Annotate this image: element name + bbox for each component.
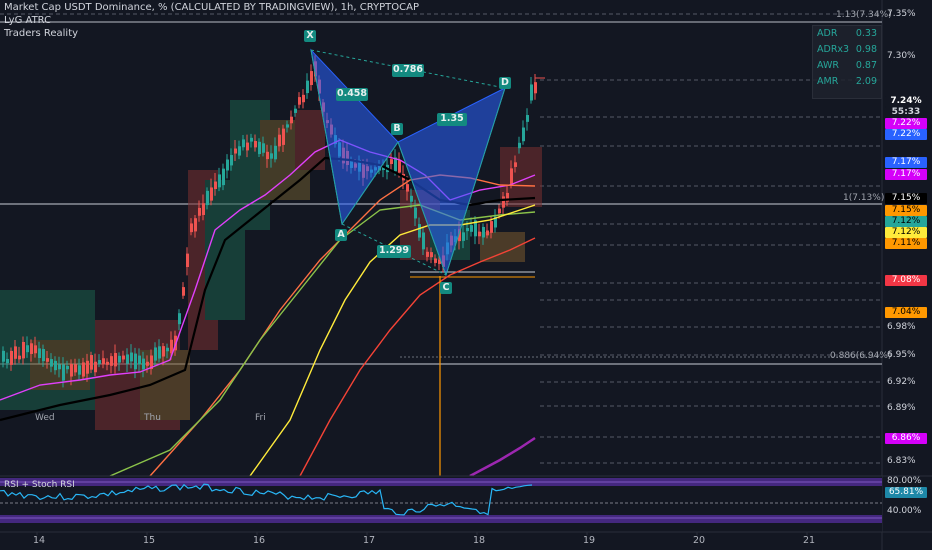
price-tag-8: 7.12% — [885, 216, 927, 227]
pattern-point-x: X — [304, 30, 316, 42]
price-tag-2: 7.22% — [885, 118, 927, 129]
price-tick-689: 6.89% — [887, 403, 916, 413]
x-label-14: 14 — [33, 535, 46, 546]
price-tag-5: 7.17% — [885, 169, 927, 180]
indicator-lyg-atrc[interactable]: LyG ATRC — [4, 15, 51, 26]
pattern-point-a: A — [335, 229, 347, 241]
indicator-traders-reality[interactable]: Traders Reality — [4, 28, 78, 39]
price-tick-692: 6.92% — [887, 377, 916, 387]
atr-row-adr: ADR 0.33 — [817, 28, 877, 39]
symbol-title[interactable]: Market Cap USDT Dominance, % (CALCULATED… — [4, 2, 419, 13]
price-tag-9: 7.12% — [885, 227, 927, 238]
pattern-point-c: C — [440, 282, 452, 294]
price-tick-683: 6.83% — [887, 456, 916, 466]
ratio-ac: 1.299 — [377, 245, 411, 258]
price-tag-11: 7.08% — [885, 275, 927, 286]
day-label-thu: Thu — [144, 413, 161, 423]
price-tag-4: 7.17% — [885, 157, 927, 168]
pattern-point-b: B — [391, 123, 403, 135]
ratio-bd: 1.35 — [437, 113, 467, 126]
price-tag-3: 7.22% — [885, 129, 927, 140]
price-tag-1: 55:33 — [885, 107, 927, 118]
rsi-value-tag: 65.81% — [885, 487, 927, 498]
x-label-21: 21 — [803, 535, 816, 546]
atr-row-amr: AMR 2.09 — [817, 76, 877, 87]
price-tick-698: 6.98% — [887, 322, 916, 332]
rsi-title[interactable]: RSI + Stoch RSI — [4, 480, 75, 490]
price-tag-6: 7.15% — [885, 193, 927, 204]
fib-label-113: 1.13(7.34%) — [836, 10, 892, 20]
price-tick-695: 6.95% — [887, 350, 916, 360]
x-label-19: 19 — [583, 535, 596, 546]
fib-label-1: 1(7.13%) — [843, 193, 885, 203]
x-label-20: 20 — [693, 535, 706, 546]
price-tag-0: 7.24% — [885, 96, 927, 107]
rsi-upper-label: 80.00% — [887, 476, 922, 486]
day-label-wed: Wed — [35, 413, 55, 423]
price-tick-735: 7.35% — [887, 9, 916, 19]
atr-panel: ADR 0.33 ADRx3 0.98 AWR 0.87 AMR 2.09 — [812, 25, 882, 99]
tradingview-chart[interactable]: Market Cap USDT Dominance, % (CALCULATED… — [0, 0, 932, 550]
price-tag-13: 6.86% — [885, 433, 927, 444]
price-tag-7: 7.15% — [885, 205, 927, 216]
rsi-oversold-band — [0, 515, 882, 523]
price-chart-canvas[interactable] — [0, 0, 932, 550]
ratio-xb: 0.458 — [336, 88, 368, 101]
price-tag-10: 7.11% — [885, 238, 927, 249]
fib-label-0886: 0.886(6.94%) — [830, 351, 892, 361]
x-label-15: 15 — [143, 535, 156, 546]
atr-row-awr: AWR 0.87 — [817, 60, 877, 71]
price-tag-12: 7.04% — [885, 307, 927, 318]
ratio-xd: 0.786 — [392, 64, 424, 77]
x-label-17: 17 — [363, 535, 376, 546]
day-label-fri: Fri — [255, 413, 266, 423]
rsi-lower-label: 40.00% — [887, 506, 922, 516]
atr-row-adrx3: ADRx3 0.98 — [817, 44, 877, 55]
price-tick-730: 7.30% — [887, 51, 916, 61]
pattern-point-d: D — [499, 77, 511, 89]
x-label-16: 16 — [253, 535, 266, 546]
x-label-18: 18 — [473, 535, 486, 546]
